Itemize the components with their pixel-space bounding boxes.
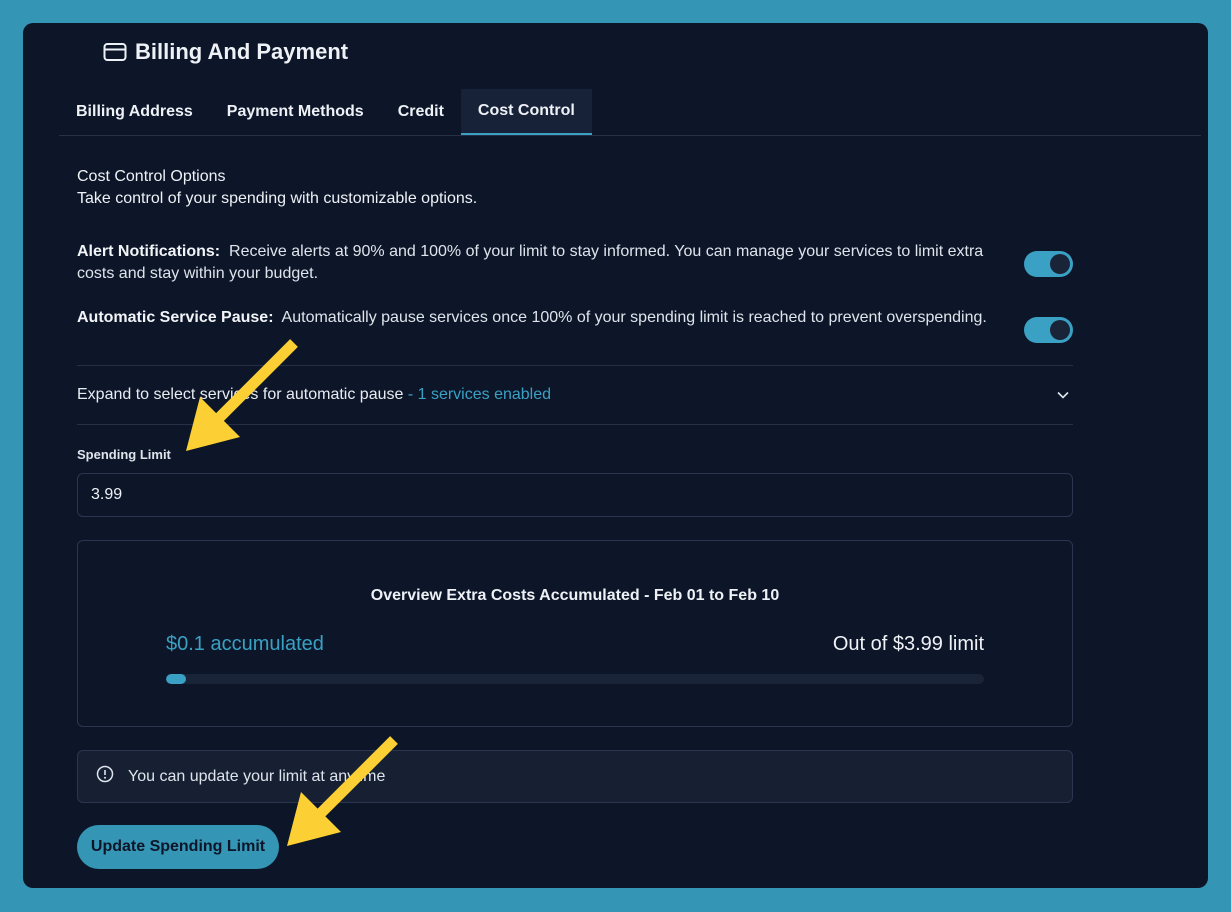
section-subtitle: Take control of your spending with custo… (77, 190, 478, 207)
alert-notifications-text: Alert Notifications: Receive alerts at 9… (77, 241, 1012, 285)
alert-notifications-option: Alert Notifications: Receive alerts at 9… (77, 241, 1073, 285)
automatic-pause-description: Automatically pause services once 100% o… (281, 309, 987, 326)
page-header: Billing And Payment (103, 39, 348, 65)
tab-billing-address[interactable]: Billing Address (59, 89, 210, 135)
automatic-pause-label: Automatic Service Pause: (77, 309, 274, 326)
overview-title: Overview Extra Costs Accumulated - Feb 0… (370, 587, 780, 604)
spending-progress-fill (166, 674, 187, 684)
spending-progress-bar (166, 674, 984, 684)
expand-services-row[interactable]: Expand to select services for automatic … (77, 365, 1073, 425)
billing-panel: Billing And Payment Billing Address Paym… (23, 23, 1208, 888)
spending-limit-label: Spending Limit (77, 447, 171, 462)
chevron-down-icon[interactable] (1057, 386, 1069, 404)
expand-services-text: Expand to select services for automatic … (77, 386, 551, 404)
section-title: Cost Control Options (77, 168, 226, 185)
page-title: Billing And Payment (135, 39, 349, 64)
tab-cost-control[interactable]: Cost Control (460, 89, 592, 135)
limit-amount: Out of $3.99 limit (832, 633, 984, 655)
toggle-knob (1050, 320, 1070, 340)
info-banner: You can update your limit at anytime (77, 750, 1073, 803)
accumulated-amount: $0.1 accumulated (166, 633, 324, 655)
alert-notifications-label: Alert Notifications: (77, 243, 221, 260)
info-circle-icon (96, 765, 114, 788)
tab-credit[interactable]: Credit (381, 89, 461, 135)
alert-notifications-toggle[interactable] (1024, 251, 1073, 277)
update-spending-limit-button[interactable]: Update Spending Limit (77, 825, 279, 869)
tab-bar: Billing Address Payment Methods Credit C… (59, 89, 1201, 136)
tab-payment-methods[interactable]: Payment Methods (210, 89, 381, 135)
extra-costs-overview: Overview Extra Costs Accumulated - Feb 0… (77, 540, 1073, 727)
expand-label: Expand to select services for automatic … (77, 386, 404, 403)
automatic-pause-text: Automatic Service Pause: Automatically p… (77, 307, 1012, 329)
services-enabled-status: - 1 services enabled (403, 386, 552, 403)
info-text: You can update your limit at anytime (128, 767, 386, 785)
automatic-pause-option: Automatic Service Pause: Automatically p… (77, 307, 1073, 343)
spending-limit-input[interactable] (77, 473, 1073, 517)
credit-card-icon (103, 42, 127, 62)
toggle-knob (1050, 254, 1070, 274)
automatic-pause-toggle[interactable] (1024, 317, 1073, 343)
